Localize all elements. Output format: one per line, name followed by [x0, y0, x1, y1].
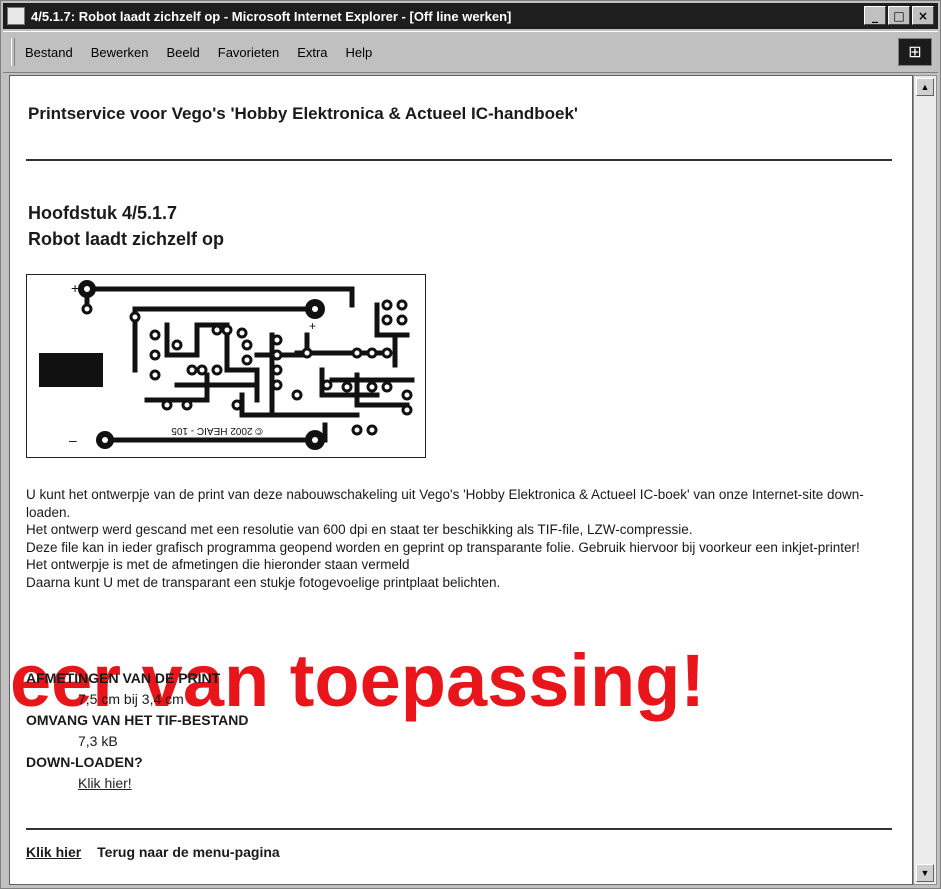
- spec-label: DOWN-LOADEN?: [26, 754, 143, 770]
- paragraph: Het ontwerp werd gescand met een resolut…: [26, 522, 693, 537]
- svg-text:–: –: [69, 432, 77, 448]
- toolbar-grip[interactable]: [11, 38, 15, 66]
- paragraph: U kunt het ontwerpje van de print van de…: [26, 487, 864, 520]
- minimize-button[interactable]: _: [864, 6, 886, 25]
- scroll-up-icon[interactable]: ▲: [916, 78, 934, 96]
- window-controls: _ □ ×: [864, 6, 934, 25]
- description-text: U kunt het ontwerpje van de print van de…: [26, 486, 906, 591]
- chapter-title: Robot laadt zichzelf op: [28, 229, 224, 249]
- divider: [26, 828, 892, 830]
- menu-extra[interactable]: Extra: [297, 45, 327, 60]
- menu-favorieten[interactable]: Favorieten: [218, 45, 279, 60]
- paragraph: Deze file kan in ieder grafisch programm…: [26, 539, 860, 555]
- windows-logo-icon: ⊞: [898, 38, 932, 66]
- internet-explorer-icon: [7, 7, 25, 25]
- footer-nav: Klik hier Terug naar de menu-pagina: [26, 844, 280, 860]
- browser-window: 4/5.1.7: Robot laadt zichzelf op - Micro…: [0, 0, 941, 889]
- page-content: Printservice voor Vego's 'Hobby Elektron…: [9, 75, 913, 885]
- paragraph: Het ontwerpje is met de afmetingen die h…: [26, 557, 410, 572]
- spec-label: AFMETINGEN VAN DE PRINT: [26, 670, 221, 686]
- back-link[interactable]: Klik hier: [26, 844, 81, 860]
- divider: [26, 159, 892, 161]
- download-link[interactable]: Klik hier!: [26, 773, 248, 794]
- svg-text:+: +: [71, 280, 79, 296]
- menu-beeld[interactable]: Beeld: [167, 45, 200, 60]
- menu-bewerken[interactable]: Bewerken: [91, 45, 149, 60]
- pcb-drawing: + – + © 2002 HEAIC - 105: [39, 280, 415, 450]
- pcb-layout-image: + – + © 2002 HEAIC - 105: [26, 274, 426, 458]
- menu-help[interactable]: Help: [346, 45, 373, 60]
- spec-label: OMVANG VAN HET TIF-BESTAND: [26, 712, 249, 728]
- print-specs: AFMETINGEN VAN DE PRINT 7,5 cm bij 3,4 c…: [26, 668, 248, 794]
- pcb-label: © 2002 HEAIC - 105: [171, 425, 263, 436]
- svg-text:+: +: [309, 319, 316, 333]
- chapter-heading: Hoofdstuk 4/5.1.7 Robot laadt zichzelf o…: [28, 200, 224, 252]
- chapter-number: Hoofdstuk 4/5.1.7: [28, 203, 178, 223]
- spec-value: 7,3 kB: [78, 733, 118, 749]
- spec-value: 7,5 cm bij 3,4 cm: [78, 691, 184, 707]
- vertical-scrollbar[interactable]: ▲ ▼: [913, 75, 937, 885]
- window-title: 4/5.1.7: Robot laadt zichzelf op - Micro…: [31, 8, 512, 24]
- page-header: Printservice voor Vego's 'Hobby Elektron…: [28, 104, 578, 123]
- maximize-button[interactable]: □: [888, 6, 910, 25]
- scroll-down-icon[interactable]: ▼: [916, 864, 934, 882]
- menu-bar: Bestand Bewerken Beeld Favorieten Extra …: [3, 31, 938, 73]
- back-text: Terug naar de menu-pagina: [97, 844, 280, 860]
- title-bar[interactable]: 4/5.1.7: Robot laadt zichzelf op - Micro…: [3, 3, 938, 29]
- close-button[interactable]: ×: [912, 6, 934, 25]
- paragraph: Daarna kunt U met de transparant een stu…: [26, 574, 501, 590]
- menu-bestand[interactable]: Bestand: [25, 45, 73, 60]
